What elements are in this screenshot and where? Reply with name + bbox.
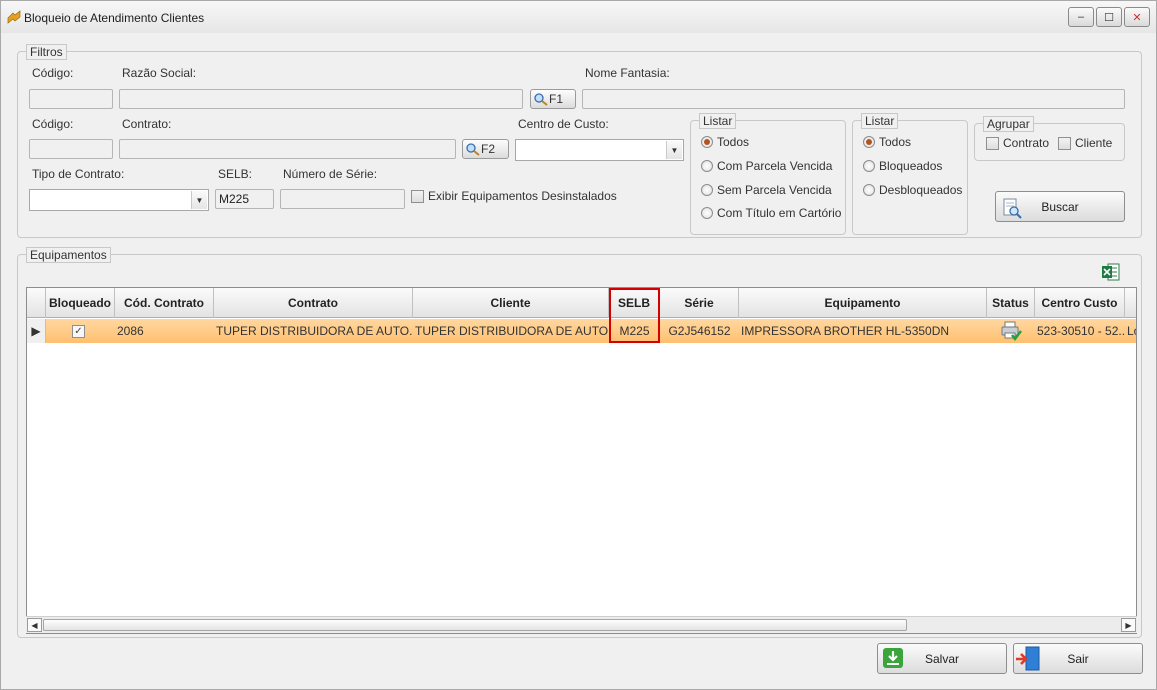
radio-todos-1[interactable]: Todos [701, 135, 749, 149]
magnifier-icon [466, 143, 480, 156]
filtros-legend: Filtros [26, 44, 67, 60]
scroll-thumb[interactable] [43, 619, 907, 631]
radio-com-parcela-vencida[interactable]: Com Parcela Vencida [701, 159, 832, 173]
codigo-contrato-input[interactable] [29, 139, 113, 159]
row-indicator-header [27, 288, 46, 318]
column-header-status[interactable]: Status [987, 288, 1035, 318]
app-icon [7, 10, 21, 24]
listar-legend: Listar [861, 113, 899, 129]
checkbox-icon [986, 136, 999, 150]
radio-desbloqueados[interactable]: Desbloqueados [863, 183, 962, 197]
tipo-contrato-label: Tipo de Contrato: [32, 167, 125, 181]
cell-status [987, 319, 1035, 343]
minimize-button[interactable]: – [1068, 7, 1094, 27]
excel-export-icon[interactable] [1101, 262, 1121, 282]
radio-icon [863, 160, 875, 172]
maximize-button[interactable]: ☐ [1096, 7, 1122, 27]
radio-com-titulo-cartorio[interactable]: Com Título em Cartório [701, 206, 841, 220]
radio-bloqueados[interactable]: Bloqueados [863, 159, 942, 173]
agrupar-legend: Agrupar [983, 116, 1034, 132]
radio-icon [863, 136, 875, 148]
column-header-cliente[interactable]: Cliente [413, 288, 609, 318]
scroll-right-icon[interactable]: ▶ [1121, 618, 1136, 632]
cell-equipamento: IMPRESSORA BROTHER HL-5350DN [741, 324, 950, 338]
main-window: Bloqueio de Atendimento Clientes – ☐ ✕ F… [0, 0, 1157, 690]
chevron-down-icon: ▼ [191, 191, 207, 209]
equipamentos-grid[interactable]: Bloqueado Cód. Contrato Contrato Cliente… [26, 287, 1137, 634]
column-header-centro-custo[interactable]: Centro Custo [1035, 288, 1125, 318]
radio-icon [701, 207, 713, 219]
radio-icon [701, 136, 713, 148]
agrupar-cliente-checkbox[interactable]: Cliente [1058, 136, 1112, 150]
horizontal-scrollbar[interactable]: ◀ ▶ [26, 616, 1137, 633]
printer-ok-icon [1001, 321, 1022, 341]
radio-todos-2[interactable]: Todos [863, 135, 911, 149]
column-header-cod-contrato[interactable]: Cód. Contrato [115, 288, 214, 318]
tipo-contrato-select[interactable]: ▼ [29, 189, 209, 211]
cell-contrato: TUPER DISTRIBUIDORA DE AUTO... [216, 324, 413, 338]
codigo-contrato-label: Código: [32, 117, 74, 131]
column-header-bloqueado[interactable]: Bloqueado [46, 288, 115, 318]
centro-custo-label: Centro de Custo: [518, 117, 609, 131]
f1-search-button[interactable]: F1 [530, 89, 576, 109]
selb-highlight-box [609, 288, 660, 343]
numero-serie-input[interactable] [280, 189, 405, 209]
codigo-label: Código: [32, 66, 74, 80]
cell-serie: G2J546152 [668, 324, 731, 338]
cell-bloqueado[interactable]: ✓ [46, 319, 115, 343]
nome-fantasia-input[interactable] [582, 89, 1125, 109]
centro-custo-select[interactable]: ▼ [515, 139, 684, 161]
checkbox-icon [411, 189, 424, 203]
f2-search-button[interactable]: F2 [462, 139, 509, 159]
cell-centro-custo: 523-30510 - 52... [1037, 324, 1125, 338]
radio-icon [701, 160, 713, 172]
radio-sem-parcela-vencida[interactable]: Sem Parcela Vencida [701, 183, 832, 197]
column-header-equipamento[interactable]: Equipamento [739, 288, 987, 318]
selb-input[interactable]: M225 [215, 189, 274, 209]
exibir-desinstalados-checkbox[interactable]: Exibir Equipamentos Desinstalados [411, 189, 617, 203]
scroll-left-icon[interactable]: ◀ [27, 618, 42, 632]
radio-icon [701, 184, 713, 196]
agrupar-contrato-checkbox[interactable]: Contrato [986, 136, 1049, 150]
buscar-button[interactable]: Buscar [995, 191, 1125, 222]
window-title: Bloqueio de Atendimento Clientes [24, 11, 205, 25]
column-header-serie[interactable]: Série [660, 288, 739, 318]
cell-cliente: TUPER DISTRIBUIDORA DE AUTO... [415, 324, 609, 338]
check-icon[interactable]: ✓ [72, 324, 85, 338]
razao-social-input[interactable] [119, 89, 523, 109]
listar-legend: Listar [699, 113, 737, 129]
chevron-down-icon: ▼ [666, 141, 682, 159]
nome-fantasia-label: Nome Fantasia: [585, 66, 670, 80]
contrato-label: Contrato: [122, 117, 172, 131]
grid-header: Bloqueado Cód. Contrato Contrato Cliente… [27, 288, 1136, 318]
salvar-button[interactable]: Salvar [877, 643, 1007, 674]
codigo-cliente-input[interactable] [29, 89, 113, 109]
title-bar: Bloqueio de Atendimento Clientes – ☐ ✕ [1, 1, 1156, 33]
selb-label: SELB: [218, 167, 253, 181]
razao-social-label: Razão Social: [122, 66, 197, 80]
contrato-input[interactable] [119, 139, 456, 159]
close-button[interactable]: ✕ [1124, 7, 1150, 27]
column-header-extra [1125, 288, 1136, 318]
radio-icon [863, 184, 875, 196]
cell-extra: Lo [1127, 324, 1136, 338]
checkbox-icon [1058, 136, 1071, 150]
table-row[interactable]: ▶ ✓ 2086 TUPER DISTRIBUIDORA DE AUTO... … [27, 319, 1136, 343]
magnifier-icon [534, 93, 548, 106]
numero-serie-label: Número de Série: [283, 167, 378, 181]
row-selector-icon: ▶ [27, 319, 46, 343]
cell-cod-contrato: 2086 [117, 324, 144, 338]
equipamentos-legend: Equipamentos [26, 247, 111, 263]
sair-button[interactable]: Sair [1013, 643, 1143, 674]
column-header-contrato[interactable]: Contrato [214, 288, 413, 318]
